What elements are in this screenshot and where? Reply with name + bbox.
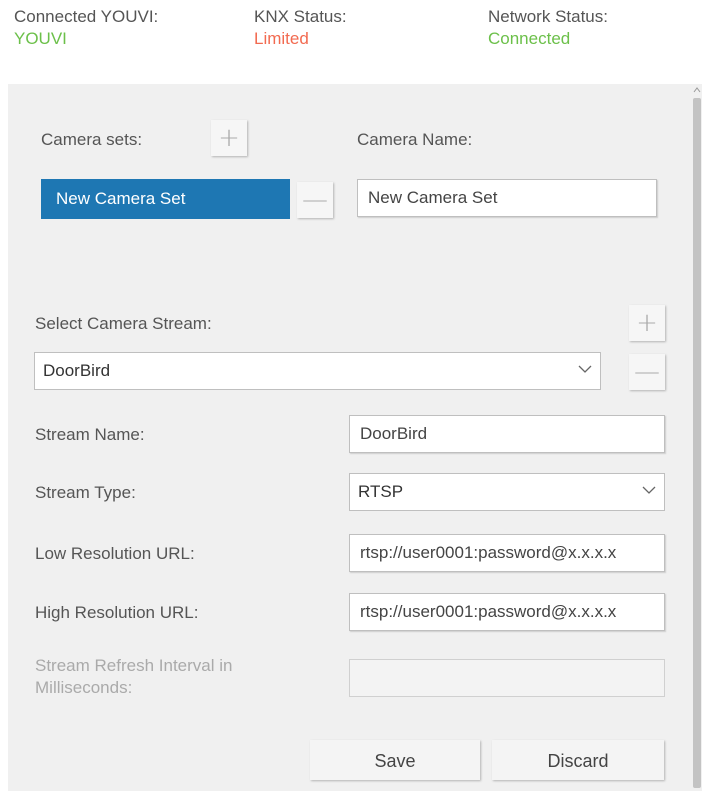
camera-stream-selected: DoorBird [43,361,111,380]
save-button[interactable]: Save [310,740,480,780]
knx-status-label: KNX Status: [254,7,347,26]
low-res-url-input[interactable]: rtsp://user0001:password@x.x.x.x [349,534,665,572]
camera-sets-label: Camera sets: [41,130,143,149]
camera-name-label: Camera Name: [357,130,473,149]
knx-status-value: Limited [254,29,309,48]
chevron-down-icon [642,474,656,510]
status-bar: Connected YOUVI: YOUVI KNX Status: Limit… [0,0,702,84]
refresh-interval-label: Stream Refresh Interval in Milliseconds: [35,655,232,699]
camera-stream-select[interactable]: DoorBird [34,352,601,390]
add-camera-set-button[interactable]: + [211,120,247,156]
refresh-interval-label-line2: Milliseconds: [35,678,133,697]
stream-type-select[interactable]: RTSP [349,473,665,511]
knx-status: KNX Status: Limited [254,6,347,50]
camera-name-input[interactable]: New Camera Set [357,179,657,217]
youvi-status-value: YOUVI [14,29,67,48]
high-res-url-label: High Resolution URL: [35,603,199,622]
network-status-value: Connected [488,29,571,48]
stream-name-label: Stream Name: [35,425,145,444]
scroll-up-arrow-icon[interactable] [692,84,702,96]
select-camera-stream-label: Select Camera Stream: [35,314,212,333]
stream-type-selected: RTSP [358,482,404,501]
chevron-down-icon [578,353,592,389]
refresh-interval-label-line1: Stream Refresh Interval in [35,656,233,675]
youvi-status: Connected YOUVI: YOUVI [14,6,158,50]
stream-name-input[interactable]: DoorBird [349,415,665,453]
network-status-label: Network Status: [488,7,608,26]
discard-button[interactable]: Discard [492,740,664,780]
remove-camera-set-button[interactable]: — [297,182,333,218]
scroll-thumb[interactable] [693,98,701,788]
low-res-url-label: Low Resolution URL: [35,544,195,563]
youvi-status-label: Connected YOUVI: [14,7,159,26]
vertical-scrollbar[interactable] [691,84,702,791]
camera-set-item-selected[interactable]: New Camera Set [41,179,290,219]
add-camera-stream-button[interactable]: + [629,305,665,341]
refresh-interval-input [349,659,665,697]
remove-camera-stream-button[interactable]: — [629,354,665,390]
network-status: Network Status: Connected [488,6,608,50]
high-res-url-input[interactable]: rtsp://user0001:password@x.x.x.x [349,593,665,631]
stream-type-label: Stream Type: [35,483,136,502]
